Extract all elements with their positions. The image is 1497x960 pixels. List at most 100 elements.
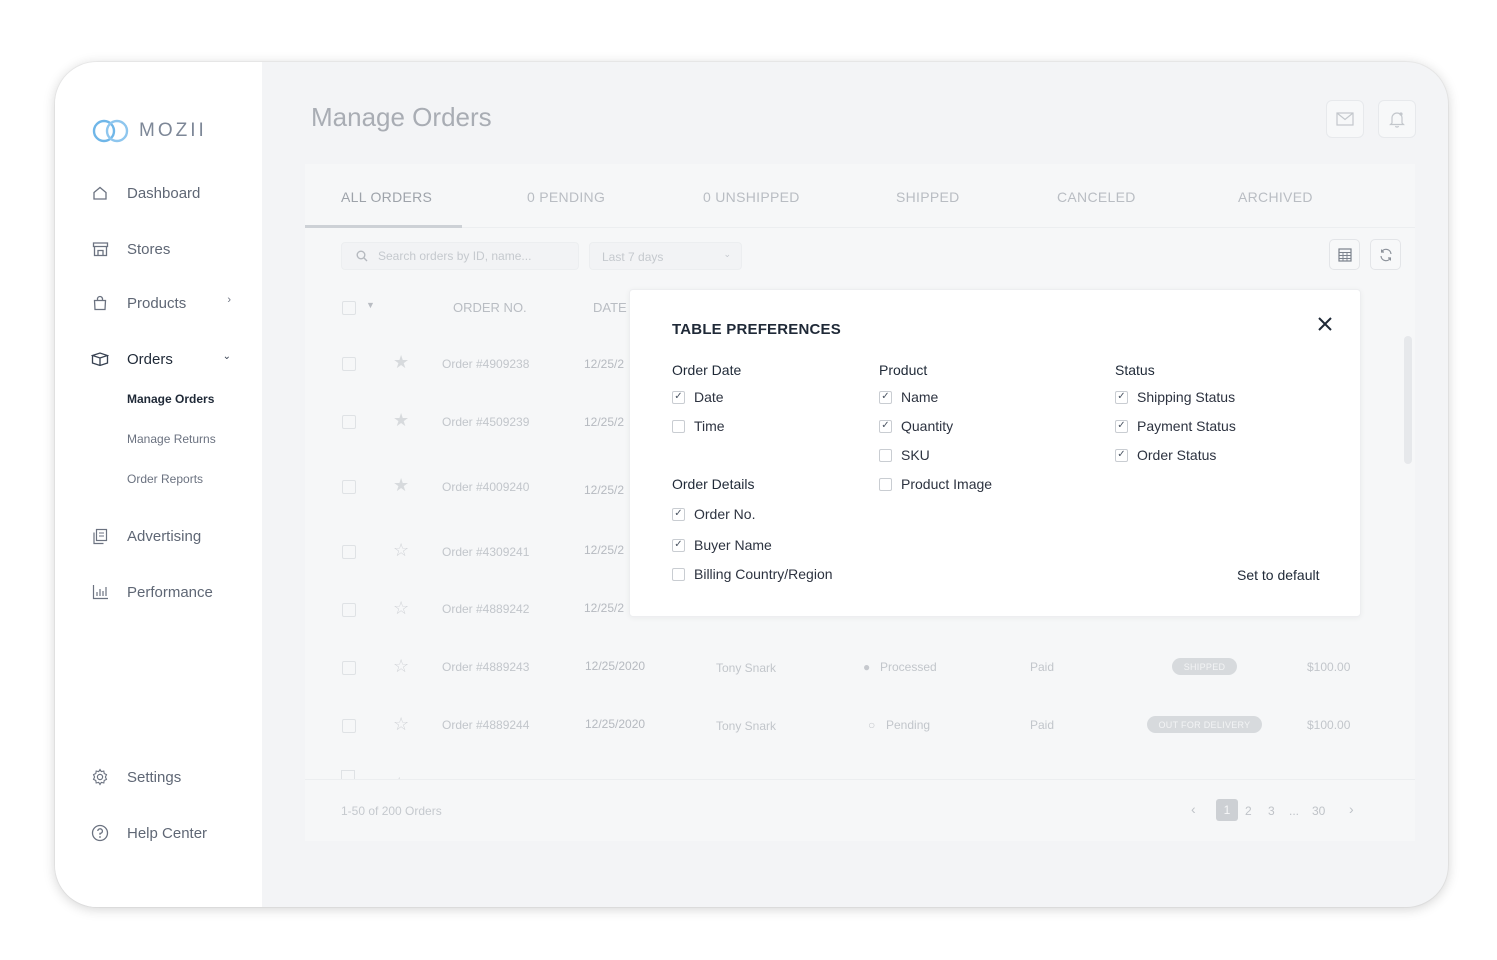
row-checkbox[interactable] xyxy=(342,415,356,429)
column-header-date[interactable]: DATE xyxy=(593,300,627,315)
option-time[interactable]: Time xyxy=(672,418,725,434)
prev-page-icon[interactable]: ‹ xyxy=(1191,801,1196,817)
order-date: 12/25/2 xyxy=(584,543,625,557)
sidebar-item-help-center[interactable]: Help Center xyxy=(91,821,231,845)
mail-icon xyxy=(1336,112,1354,126)
sidebar-item-settings[interactable]: Settings xyxy=(91,765,231,789)
row-checkbox[interactable] xyxy=(342,545,356,559)
option-label: Billing Country/Region xyxy=(694,566,833,582)
sidebar-item-performance[interactable]: Performance xyxy=(91,580,231,604)
order-number[interactable]: Order #4009240 xyxy=(442,480,529,494)
gear-icon xyxy=(91,768,109,786)
option-payment-status[interactable]: ✓ Payment Status xyxy=(1115,418,1236,434)
option-shipping-status[interactable]: ✓ Shipping Status xyxy=(1115,389,1235,405)
option-sku[interactable]: SKU xyxy=(879,447,930,463)
sidebar-item-products[interactable]: Products › xyxy=(91,291,231,315)
mail-button[interactable] xyxy=(1326,100,1364,138)
checkbox-checked[interactable]: ✓ xyxy=(879,419,892,433)
sidebar-subitem-order-reports[interactable]: Order Reports xyxy=(127,472,203,486)
order-tabs: ALL ORDERS 0 PENDING 0 UNSHIPPED SHIPPED… xyxy=(305,164,1415,228)
option-buyer-name[interactable]: ✓ Buyer Name xyxy=(672,537,772,553)
row-checkbox[interactable] xyxy=(342,480,356,494)
order-number[interactable]: Order #4889244 xyxy=(442,718,529,732)
sidebar-item-stores[interactable]: Stores xyxy=(91,237,231,261)
chevron-down-icon: ⌄ xyxy=(222,351,231,362)
row-checkbox[interactable] xyxy=(341,770,355,779)
star-outline-icon[interactable]: ☆ xyxy=(393,715,409,733)
row-checkbox[interactable] xyxy=(342,719,356,733)
date-filter-value: Last 7 days xyxy=(602,250,664,264)
checkbox-unchecked[interactable] xyxy=(879,448,892,462)
star-outline-icon[interactable]: ☆ xyxy=(393,541,409,559)
option-order-no[interactable]: ✓ Order No. xyxy=(672,506,755,522)
option-billing-country[interactable]: Billing Country/Region xyxy=(672,566,833,582)
option-product-image[interactable]: Product Image xyxy=(879,476,992,492)
checkbox-checked[interactable]: ✓ xyxy=(672,507,685,521)
order-number[interactable]: Order #4309241 xyxy=(442,545,529,559)
star-filled-icon[interactable]: ★ xyxy=(393,411,409,429)
sidebar-item-dashboard[interactable]: Dashboard xyxy=(91,181,231,205)
checkbox-unchecked[interactable] xyxy=(672,419,685,433)
star-filled-icon[interactable]: ★ xyxy=(393,353,409,371)
page-title: Manage Orders xyxy=(311,102,492,132)
tab-unshipped[interactable]: 0 UNSHIPPED xyxy=(703,189,800,205)
date-filter-select[interactable]: Last 7 days ⌄ xyxy=(589,242,742,270)
sidebar-subitem-manage-returns[interactable]: Manage Returns xyxy=(127,432,216,446)
help-icon xyxy=(91,824,109,842)
star-outline-icon[interactable]: ☆ xyxy=(393,657,409,675)
tab-shipped[interactable]: SHIPPED xyxy=(896,189,960,205)
page-button-30[interactable]: 30 xyxy=(1312,804,1325,818)
checkbox-checked[interactable]: ✓ xyxy=(879,390,892,404)
table-footer: 1-50 of 200 Orders ‹ 1 2 3 ... 30 › xyxy=(305,779,1415,841)
checkbox-checked[interactable]: ✓ xyxy=(1115,419,1128,433)
order-status: Pending xyxy=(886,718,931,732)
tab-archived[interactable]: ARCHIVED xyxy=(1238,189,1313,205)
group-title-order-details: Order Details xyxy=(672,476,755,492)
group-title-product: Product xyxy=(879,362,928,378)
option-name[interactable]: ✓ Name xyxy=(879,389,938,405)
page-button-2[interactable]: 2 xyxy=(1245,804,1252,818)
tab-pending[interactable]: 0 PENDING xyxy=(527,189,605,205)
checkbox-checked[interactable]: ✓ xyxy=(672,538,685,552)
checkbox-unchecked[interactable] xyxy=(879,477,892,491)
option-date[interactable]: ✓ Date xyxy=(672,389,724,405)
checkbox-checked[interactable]: ✓ xyxy=(1115,390,1128,404)
order-number[interactable]: Order #4889243 xyxy=(442,660,529,674)
tab-canceled[interactable]: CANCELED xyxy=(1057,189,1136,205)
tab-all-orders[interactable]: ALL ORDERS xyxy=(341,189,432,205)
set-to-default-button[interactable]: Set to default xyxy=(1237,567,1320,583)
next-page-icon[interactable]: › xyxy=(1349,801,1354,817)
order-number[interactable]: Order #4909238 xyxy=(442,357,529,371)
caret-down-icon[interactable]: ▼ xyxy=(366,300,375,310)
order-number[interactable]: Order #4889242 xyxy=(442,602,529,616)
option-order-status[interactable]: ✓ Order Status xyxy=(1115,447,1216,463)
shipping-status-badge: OUT FOR DELIVERY xyxy=(1147,716,1262,733)
row-checkbox[interactable] xyxy=(342,661,356,675)
page-button-1[interactable]: 1 xyxy=(1216,799,1238,821)
checkbox-unchecked[interactable] xyxy=(672,567,685,581)
star-outline-icon[interactable]: ☆ xyxy=(393,599,409,617)
search-input[interactable]: Search orders by ID, name... xyxy=(341,242,579,270)
sidebar-subitem-manage-orders[interactable]: Manage Orders xyxy=(127,392,214,406)
column-header-order-no[interactable]: ORDER NO. xyxy=(453,300,527,315)
page-button-3[interactable]: 3 xyxy=(1268,804,1275,818)
star-filled-icon[interactable]: ★ xyxy=(393,476,409,494)
notifications-button[interactable] xyxy=(1378,100,1416,138)
table-scrollbar[interactable] xyxy=(1404,336,1412,464)
checkbox-checked[interactable]: ✓ xyxy=(1115,448,1128,462)
select-all-checkbox[interactable] xyxy=(342,301,356,315)
sidebar-item-orders[interactable]: Orders ⌄ xyxy=(91,347,231,371)
results-count: 1-50 of 200 Orders xyxy=(341,804,442,818)
close-icon[interactable] xyxy=(1316,315,1334,333)
order-number[interactable]: Order #4509239 xyxy=(442,415,529,429)
row-checkbox[interactable] xyxy=(342,357,356,371)
refresh-button[interactable] xyxy=(1370,239,1401,270)
sidebar-item-advertising[interactable]: Advertising xyxy=(91,524,231,548)
sidebar-item-label: Advertising xyxy=(127,527,202,545)
option-quantity[interactable]: ✓ Quantity xyxy=(879,418,953,434)
store-icon xyxy=(91,240,109,258)
calculator-button[interactable] xyxy=(1329,239,1360,270)
copy-icon xyxy=(91,527,109,545)
checkbox-checked[interactable]: ✓ xyxy=(672,390,685,404)
row-checkbox[interactable] xyxy=(342,603,356,617)
